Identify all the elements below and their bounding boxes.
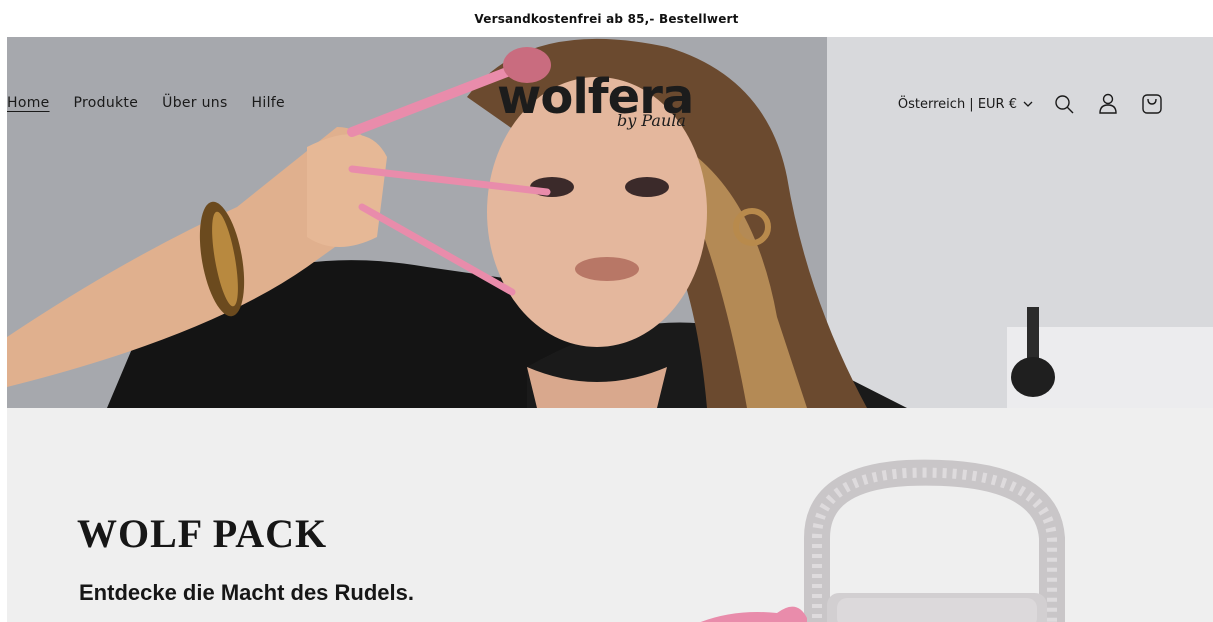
main-nav: Home Produkte Über uns Hilfe (7, 95, 285, 111)
feature-subtitle: Entdecke die Macht des Rudels. (79, 580, 414, 605)
product-image (700, 459, 1065, 622)
country-label: Österreich | EUR € (897, 96, 1017, 112)
feature-section: WOLF PACK Entdecke die Macht des Rudels. (7, 408, 1213, 622)
search-button[interactable] (1051, 91, 1077, 117)
nav-item-ueber-uns[interactable]: Über uns (162, 95, 227, 111)
country-selector[interactable]: Österreich | EUR € (898, 97, 1033, 112)
announcement-bar: Versandkostenfrei ab 85,- Bestellwert (0, 0, 1213, 37)
nav-item-hilfe[interactable]: Hilfe (252, 95, 285, 111)
search-icon (1055, 95, 1074, 114)
announcement-text: Versandkostenfrei ab 85,- Bestellwert (474, 11, 739, 26)
nav-item-produkte[interactable]: Produkte (74, 95, 139, 111)
feature-title: WOLF PACK (77, 511, 328, 556)
chevron-down-icon (1023, 101, 1033, 107)
header-tools: Österreich | EUR € (898, 91, 1165, 117)
cart-button[interactable] (1139, 91, 1165, 117)
account-icon (1099, 93, 1117, 114)
cart-icon (1142, 94, 1162, 114)
account-button[interactable] (1095, 91, 1121, 117)
site-header: Home Produkte Über uns Hilfe wolfera by … (7, 37, 1213, 172)
nav-item-home[interactable]: Home (7, 95, 50, 111)
brand-logo[interactable]: wolfera by Paula (497, 67, 697, 137)
logo-tagline: by Paula (617, 111, 686, 130)
